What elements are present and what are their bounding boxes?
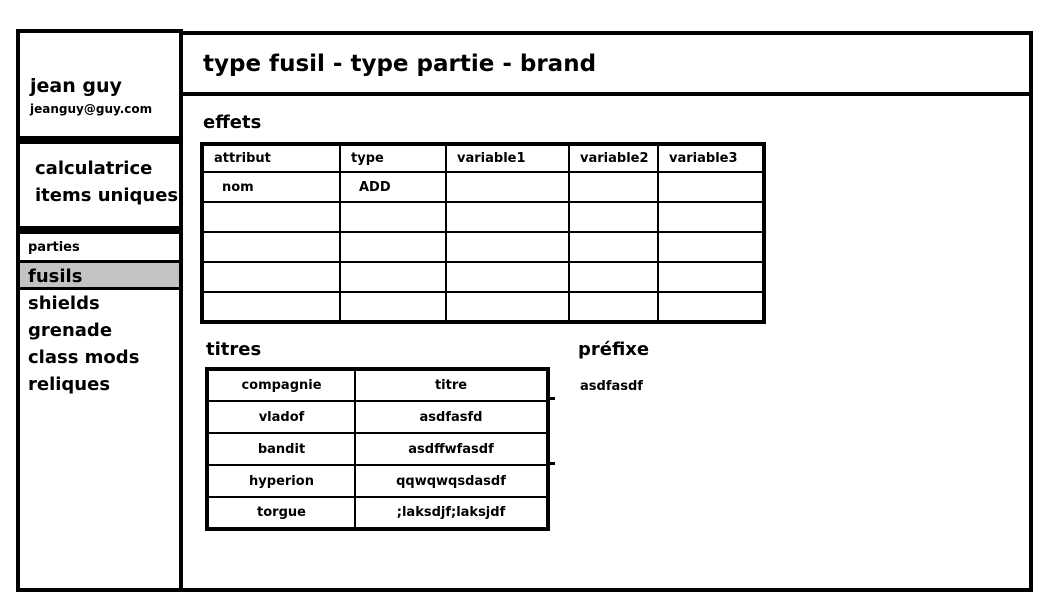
effets-cell[interactable] [568,291,659,323]
effets-header-row: attribut type variable1 variable2 variab… [201,143,765,173]
prefixe-heading: préfixe [578,339,650,360]
user-name: jean guy [30,75,122,97]
titres-col-titre: titre [354,368,549,402]
prefixe-value[interactable]: asdfasdf [580,379,643,394]
effets-cell[interactable] [445,201,570,233]
table-row[interactable] [201,291,765,323]
table-row[interactable]: vladof asdfasfd [206,400,549,434]
titres-titre-cell[interactable]: qqwqwqsdasdf [354,464,549,498]
sketch-line [548,397,555,400]
effets-col-variable1: variable1 [445,143,570,173]
tool-calculatrice[interactable]: calculatrice [35,158,152,179]
effets-cell[interactable] [201,201,341,233]
titres-table: compagnie titre vladof asdfasfd bandit a… [205,367,550,531]
table-row[interactable] [201,261,765,293]
titres-header-row: compagnie titre [206,368,549,402]
titres-compagnie-cell[interactable]: vladof [206,400,356,434]
table-row[interactable]: hyperion qqwqwqsdasdf [206,464,549,498]
effets-table: attribut type variable1 variable2 variab… [200,142,766,324]
effets-col-attribut: attribut [201,143,341,173]
tools-panel: calculatrice items uniques [16,140,183,230]
sketch-line [548,462,555,465]
table-row[interactable]: torgue ;laksdjf;laksjdf [206,496,549,530]
effets-col-variable2: variable2 [568,143,659,173]
effets-cell[interactable] [657,201,765,233]
titres-titre-cell[interactable]: ;laksdjf;laksjdf [354,496,549,530]
titres-col-compagnie: compagnie [206,368,356,402]
tool-items-uniques[interactable]: items uniques [35,185,178,206]
user-email: jeanguy@guy.com [30,102,153,116]
nav-item-fusils[interactable]: fusils [28,266,82,287]
effets-cell[interactable] [445,231,570,263]
effets-cell[interactable] [339,261,447,293]
effets-cell[interactable]: nom [201,171,341,203]
effets-col-variable3: variable3 [657,143,765,173]
nav-item-grenade[interactable]: grenade [28,320,112,341]
titres-compagnie-cell[interactable]: bandit [206,432,356,466]
table-row[interactable]: bandit asdffwfasdf [206,432,549,466]
titres-titre-cell[interactable]: asdfasfd [354,400,549,434]
effets-cell[interactable] [568,231,659,263]
effets-cell[interactable] [445,171,570,203]
page-header: type fusil - type partie - brand [179,31,1033,96]
page-title: type fusil - type partie - brand [203,51,597,77]
user-profile-panel: jean guy jeanguy@guy.com [16,29,183,140]
effets-cell[interactable] [339,231,447,263]
parts-nav: parties fusils shields grenade class mod… [16,230,183,592]
effets-cell[interactable] [201,291,341,323]
table-row[interactable] [201,231,765,263]
titres-compagnie-cell[interactable]: hyperion [206,464,356,498]
effets-cell[interactable] [201,231,341,263]
effets-cell[interactable] [445,261,570,293]
effets-cell[interactable] [339,291,447,323]
nav-item-reliques[interactable]: reliques [28,374,110,395]
effets-cell[interactable] [568,171,659,203]
effets-cell[interactable] [445,291,570,323]
effets-cell[interactable] [568,261,659,293]
nav-section-label: parties [28,240,80,255]
effets-cell[interactable]: ADD [339,171,447,203]
effets-col-type: type [339,143,447,173]
effets-cell[interactable] [568,201,659,233]
effets-cell[interactable] [201,261,341,293]
effets-cell[interactable] [657,231,765,263]
effets-cell[interactable] [339,201,447,233]
titres-heading: titres [206,339,262,360]
titres-compagnie-cell[interactable]: torgue [206,496,356,530]
effets-cell[interactable] [657,261,765,293]
nav-item-class-mods[interactable]: class mods [28,347,139,368]
effets-cell[interactable] [657,171,765,203]
table-row[interactable]: nom ADD [201,171,765,203]
titres-titre-cell[interactable]: asdffwfasdf [354,432,549,466]
table-row[interactable] [201,201,765,233]
effets-heading: effets [203,112,262,133]
effets-cell[interactable] [657,291,765,323]
nav-item-shields[interactable]: shields [28,293,100,314]
